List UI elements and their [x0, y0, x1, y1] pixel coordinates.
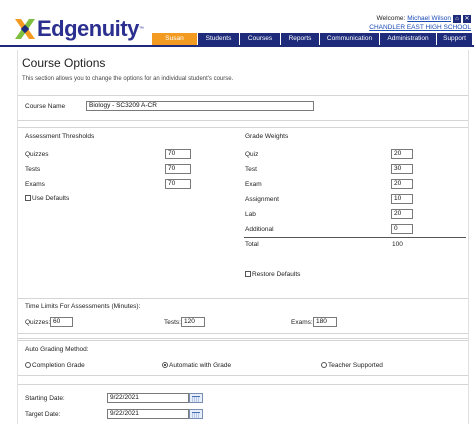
thresholds-heading: Assessment Thresholds [25, 133, 95, 140]
weight-total-label: Total [245, 241, 259, 248]
weight-additional-label: Additional [245, 226, 274, 233]
time-limits-heading: Time Limits For Assessments (Minutes): [25, 303, 141, 310]
course-name-label: Course Name [25, 103, 66, 110]
time-tests-input[interactable]: 120 [181, 317, 205, 327]
restore-defaults-label: Restore Defaults [252, 271, 301, 278]
weights-total-rule [244, 237, 466, 238]
dates-panel: Starting Date: 9/22/2021 Target Date: 9/… [18, 384, 468, 424]
welcome-area: Welcome: Michael Wilson ⌂ ✕ CHANDLER EAS… [369, 14, 471, 32]
target-date-label: Target Date: [25, 411, 61, 418]
logo-x-icon [15, 19, 35, 39]
time-exams-input[interactable]: 180 [313, 317, 337, 327]
auto-grading-heading: Auto Grading Method: [25, 346, 89, 353]
page-title: Course Options [22, 56, 106, 70]
weight-lab-label: Lab [245, 211, 256, 218]
weight-exam-label: Exam [245, 181, 262, 188]
threshold-tests-label: Tests [25, 166, 41, 173]
edgenuity-logo[interactable]: Edgenuity ™ [14, 16, 144, 42]
threshold-exams-input[interactable]: 70 [165, 179, 191, 189]
weight-test-label: Test [245, 166, 257, 173]
threshold-tests-input[interactable]: 70 [165, 164, 191, 174]
start-date-input[interactable]: 9/22/2021 [107, 393, 189, 403]
use-defaults-checkbox[interactable] [25, 195, 31, 201]
brand-name: Edgenuity [37, 16, 139, 41]
weight-assignment-input[interactable]: 10 [391, 194, 413, 204]
main-nav: Susan Smith Students Courses Reports Com… [152, 33, 473, 54]
start-date-calendar-icon[interactable] [189, 393, 203, 403]
radio-completion-label: Completion Grade [32, 362, 85, 369]
app-header: Edgenuity ™ Welcome: Michael Wilson ⌂ ✕ C… [0, 0, 474, 54]
weight-quiz-input[interactable]: 20 [391, 149, 413, 159]
threshold-quizzes-input[interactable]: 70 [165, 149, 191, 159]
radio-teacher-supported[interactable] [321, 362, 327, 368]
weight-quiz-label: Quiz [245, 151, 259, 158]
weight-additional-input[interactable]: 0 [391, 224, 413, 234]
radio-completion-grade[interactable] [25, 362, 31, 368]
time-tests-label: Tests: [164, 319, 181, 326]
nav-tab-support[interactable]: Support [437, 33, 472, 45]
home-icon[interactable]: ⌂ [453, 14, 461, 23]
course-name-panel: Course Name Biology - SC3209 A-CR [18, 95, 468, 121]
weight-exam-input[interactable]: 20 [391, 179, 413, 189]
target-date-calendar-icon[interactable] [189, 409, 203, 419]
target-date-input[interactable]: 9/22/2021 [107, 409, 189, 419]
time-limits-panel: Time Limits For Assessments (Minutes): Q… [18, 298, 468, 334]
welcome-label: Welcome: [376, 15, 406, 22]
radio-automatic-label: Automatic with Grade [169, 362, 232, 369]
logout-icon[interactable]: ✕ [463, 14, 471, 23]
nav-tab-courses[interactable]: Courses [240, 33, 280, 45]
threshold-exams-label: Exams [25, 181, 45, 188]
nav-tab-administration[interactable]: Administration [380, 33, 436, 45]
weight-total-value: 100 [392, 241, 403, 248]
weights-heading: Grade Weights [245, 133, 289, 140]
time-exams-label: Exams: [291, 319, 313, 326]
start-date-label: Starting Date: [25, 395, 65, 402]
time-quizzes-label: Quizzes: [25, 319, 51, 326]
radio-automatic-with-grade[interactable] [162, 362, 168, 368]
school-link[interactable]: CHANDLER EAST HIGH SCHOOL [369, 23, 471, 32]
use-defaults-label: Use Defaults [32, 195, 70, 202]
weight-lab-input[interactable]: 20 [391, 209, 413, 219]
threshold-quizzes-label: Quizzes [25, 151, 49, 158]
radio-teacher-label: Teacher Supported [328, 362, 383, 369]
auto-grading-panel: Auto Grading Method: Completion Grade Au… [18, 340, 468, 376]
time-quizzes-input[interactable]: 60 [50, 317, 73, 327]
nav-tab-communication[interactable]: Communication [320, 33, 379, 45]
weight-assignment-label: Assignment [245, 196, 279, 203]
course-options-page: Course Options This section allows you t… [17, 50, 469, 424]
restore-defaults-checkbox[interactable] [245, 271, 251, 277]
brand-tm: ™ [138, 26, 144, 32]
weight-test-input[interactable]: 30 [391, 164, 413, 174]
nav-tab-user[interactable]: Susan Smith [152, 33, 197, 54]
nav-tab-students[interactable]: Students [198, 33, 239, 45]
course-name-input[interactable]: Biology - SC3209 A-CR [86, 101, 314, 111]
nav-tab-reports[interactable]: Reports [281, 33, 319, 45]
user-name-link[interactable]: Michael Wilson [407, 14, 451, 23]
page-description: This section allows you to change the op… [22, 76, 234, 82]
header-rule [0, 45, 474, 47]
